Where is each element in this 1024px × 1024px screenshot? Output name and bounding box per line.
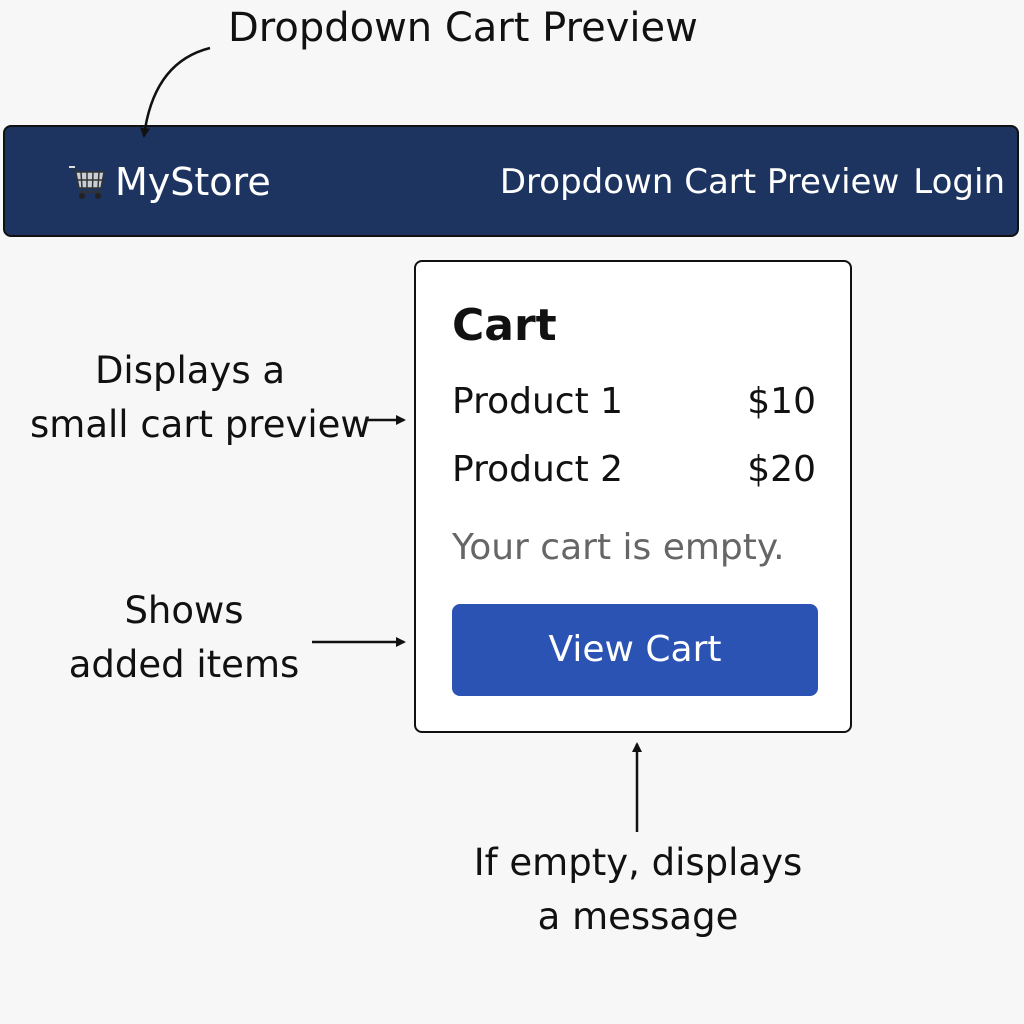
brand-name: MyStore <box>115 160 271 204</box>
annotation-preview-line1: Displays a <box>94 349 286 392</box>
cart-title: Cart <box>452 300 557 351</box>
annotation-empty: If empty, displays a message <box>468 836 808 944</box>
annotation-preview: Displays a small cart preview <box>30 344 371 452</box>
cart-item-name: Product 2 <box>452 449 624 490</box>
cart-item-price: $10 <box>747 381 816 422</box>
annotation-empty-line2: a message <box>537 895 739 938</box>
empty-cart-message: Your cart is empty. <box>452 527 785 568</box>
brand[interactable]: MyStore <box>67 159 271 205</box>
nav-links: Dropdown Cart Preview Login <box>500 159 1005 205</box>
shopping-cart-icon <box>67 162 107 202</box>
view-cart-button[interactable]: View Cart <box>452 604 818 696</box>
nav-link-dropdown-cart-preview[interactable]: Dropdown Cart Preview <box>500 159 899 205</box>
annotation-items-line1: Shows <box>124 589 244 632</box>
cart-item: Product 2 $20 <box>452 448 816 492</box>
annotation-preview-line2: small cart preview <box>30 403 371 446</box>
cart-item-name: Product 1 <box>452 381 624 422</box>
navbar: MyStore Dropdown Cart Preview Login <box>3 125 1019 237</box>
cart-item-price: $20 <box>747 449 816 490</box>
annotation-items-line2: added items <box>68 643 300 686</box>
cart-item: Product 1 $10 <box>452 380 816 424</box>
annotation-title: Dropdown Cart Preview <box>228 5 698 51</box>
nav-link-login[interactable]: Login <box>913 159 1005 205</box>
cart-dropdown: Cart Product 1 $10 Product 2 $20 Your ca… <box>414 260 852 733</box>
annotation-empty-line1: If empty, displays <box>473 841 803 884</box>
arrow-title-to-navbar <box>140 46 211 138</box>
annotation-items: Shows added items <box>64 584 304 692</box>
